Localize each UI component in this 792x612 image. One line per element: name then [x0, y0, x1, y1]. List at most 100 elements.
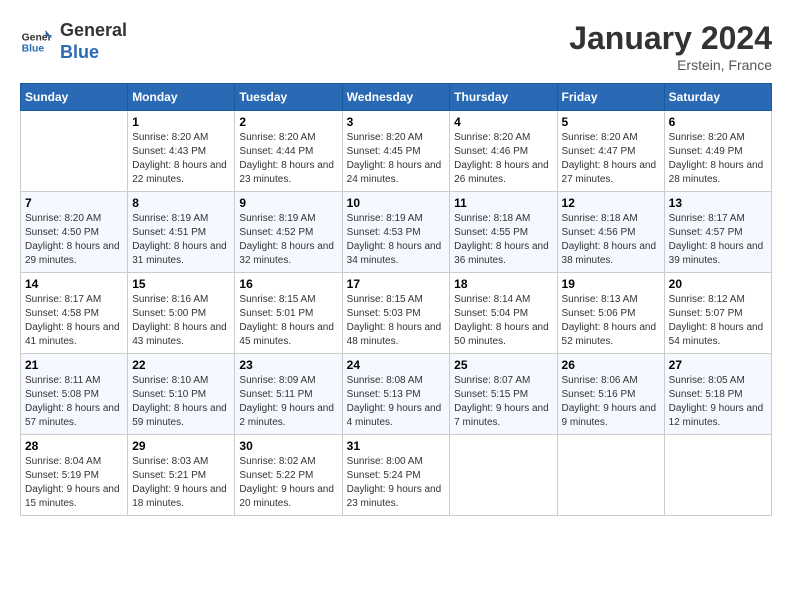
- calendar-cell: 9 Sunrise: 8:19 AMSunset: 4:52 PMDayligh…: [235, 192, 342, 273]
- calendar-cell: 18 Sunrise: 8:14 AMSunset: 5:04 PMDaylig…: [450, 273, 557, 354]
- day-detail: Sunrise: 8:20 AMSunset: 4:45 PMDaylight:…: [347, 131, 446, 187]
- calendar-cell: 1 Sunrise: 8:20 AMSunset: 4:43 PMDayligh…: [128, 111, 235, 192]
- day-detail: Sunrise: 8:00 AMSunset: 5:24 PMDaylight:…: [347, 455, 446, 511]
- day-number: 21: [25, 358, 123, 372]
- day-detail: Sunrise: 8:06 AMSunset: 5:16 PMDaylight:…: [562, 374, 660, 430]
- day-detail: Sunrise: 8:12 AMSunset: 5:07 PMDaylight:…: [669, 293, 767, 349]
- day-number: 7: [25, 196, 123, 210]
- calendar-cell: 7 Sunrise: 8:20 AMSunset: 4:50 PMDayligh…: [21, 192, 128, 273]
- calendar-cell: 21 Sunrise: 8:11 AMSunset: 5:08 PMDaylig…: [21, 354, 128, 435]
- day-detail: Sunrise: 8:11 AMSunset: 5:08 PMDaylight:…: [25, 374, 123, 430]
- calendar-cell: 4 Sunrise: 8:20 AMSunset: 4:46 PMDayligh…: [450, 111, 557, 192]
- calendar-week-4: 21 Sunrise: 8:11 AMSunset: 5:08 PMDaylig…: [21, 354, 772, 435]
- day-number: 23: [239, 358, 337, 372]
- day-detail: Sunrise: 8:19 AMSunset: 4:51 PMDaylight:…: [132, 212, 230, 268]
- calendar-cell: 29 Sunrise: 8:03 AMSunset: 5:21 PMDaylig…: [128, 435, 235, 516]
- day-detail: Sunrise: 8:17 AMSunset: 4:58 PMDaylight:…: [25, 293, 123, 349]
- day-number: 18: [454, 277, 552, 291]
- day-number: 12: [562, 196, 660, 210]
- day-number: 3: [347, 115, 446, 129]
- logo: General Blue GeneralBlue: [20, 20, 127, 63]
- day-detail: Sunrise: 8:10 AMSunset: 5:10 PMDaylight:…: [132, 374, 230, 430]
- day-number: 30: [239, 439, 337, 453]
- calendar-week-2: 7 Sunrise: 8:20 AMSunset: 4:50 PMDayligh…: [21, 192, 772, 273]
- day-number: 24: [347, 358, 446, 372]
- day-number: 14: [25, 277, 123, 291]
- page-header: General Blue GeneralBlue January 2024 Er…: [20, 20, 772, 73]
- day-detail: Sunrise: 8:18 AMSunset: 4:55 PMDaylight:…: [454, 212, 552, 268]
- calendar-cell: 26 Sunrise: 8:06 AMSunset: 5:16 PMDaylig…: [557, 354, 664, 435]
- calendar-cell: [450, 435, 557, 516]
- day-detail: Sunrise: 8:02 AMSunset: 5:22 PMDaylight:…: [239, 455, 337, 511]
- day-number: 1: [132, 115, 230, 129]
- calendar-cell: 3 Sunrise: 8:20 AMSunset: 4:45 PMDayligh…: [342, 111, 450, 192]
- calendar-cell: [664, 435, 771, 516]
- day-header-tuesday: Tuesday: [235, 84, 342, 111]
- day-detail: Sunrise: 8:20 AMSunset: 4:50 PMDaylight:…: [25, 212, 123, 268]
- day-number: 2: [239, 115, 337, 129]
- calendar-cell: 5 Sunrise: 8:20 AMSunset: 4:47 PMDayligh…: [557, 111, 664, 192]
- day-number: 19: [562, 277, 660, 291]
- calendar-header-row: SundayMondayTuesdayWednesdayThursdayFrid…: [21, 84, 772, 111]
- calendar-cell: 15 Sunrise: 8:16 AMSunset: 5:00 PMDaylig…: [128, 273, 235, 354]
- day-detail: Sunrise: 8:20 AMSunset: 4:43 PMDaylight:…: [132, 131, 230, 187]
- calendar-cell: 23 Sunrise: 8:09 AMSunset: 5:11 PMDaylig…: [235, 354, 342, 435]
- calendar-cell: 8 Sunrise: 8:19 AMSunset: 4:51 PMDayligh…: [128, 192, 235, 273]
- day-number: 27: [669, 358, 767, 372]
- day-number: 4: [454, 115, 552, 129]
- day-detail: Sunrise: 8:03 AMSunset: 5:21 PMDaylight:…: [132, 455, 230, 511]
- day-number: 13: [669, 196, 767, 210]
- svg-text:Blue: Blue: [22, 43, 45, 54]
- day-detail: Sunrise: 8:08 AMSunset: 5:13 PMDaylight:…: [347, 374, 446, 430]
- day-detail: Sunrise: 8:07 AMSunset: 5:15 PMDaylight:…: [454, 374, 552, 430]
- day-number: 9: [239, 196, 337, 210]
- day-detail: Sunrise: 8:09 AMSunset: 5:11 PMDaylight:…: [239, 374, 337, 430]
- calendar-cell: 25 Sunrise: 8:07 AMSunset: 5:15 PMDaylig…: [450, 354, 557, 435]
- day-detail: Sunrise: 8:16 AMSunset: 5:00 PMDaylight:…: [132, 293, 230, 349]
- calendar-cell: 31 Sunrise: 8:00 AMSunset: 5:24 PMDaylig…: [342, 435, 450, 516]
- calendar-week-5: 28 Sunrise: 8:04 AMSunset: 5:19 PMDaylig…: [21, 435, 772, 516]
- day-detail: Sunrise: 8:04 AMSunset: 5:19 PMDaylight:…: [25, 455, 123, 511]
- day-detail: Sunrise: 8:18 AMSunset: 4:56 PMDaylight:…: [562, 212, 660, 268]
- calendar-cell: 22 Sunrise: 8:10 AMSunset: 5:10 PMDaylig…: [128, 354, 235, 435]
- day-number: 11: [454, 196, 552, 210]
- logo-text: GeneralBlue: [60, 20, 127, 63]
- calendar-cell: 10 Sunrise: 8:19 AMSunset: 4:53 PMDaylig…: [342, 192, 450, 273]
- day-detail: Sunrise: 8:05 AMSunset: 5:18 PMDaylight:…: [669, 374, 767, 430]
- calendar-cell: [557, 435, 664, 516]
- calendar-cell: 30 Sunrise: 8:02 AMSunset: 5:22 PMDaylig…: [235, 435, 342, 516]
- day-number: 17: [347, 277, 446, 291]
- calendar-cell: 6 Sunrise: 8:20 AMSunset: 4:49 PMDayligh…: [664, 111, 771, 192]
- day-number: 5: [562, 115, 660, 129]
- day-number: 10: [347, 196, 446, 210]
- day-detail: Sunrise: 8:20 AMSunset: 4:46 PMDaylight:…: [454, 131, 552, 187]
- calendar-cell: 20 Sunrise: 8:12 AMSunset: 5:07 PMDaylig…: [664, 273, 771, 354]
- day-detail: Sunrise: 8:14 AMSunset: 5:04 PMDaylight:…: [454, 293, 552, 349]
- day-header-saturday: Saturday: [664, 84, 771, 111]
- calendar-cell: 16 Sunrise: 8:15 AMSunset: 5:01 PMDaylig…: [235, 273, 342, 354]
- calendar-cell: 12 Sunrise: 8:18 AMSunset: 4:56 PMDaylig…: [557, 192, 664, 273]
- calendar-table: SundayMondayTuesdayWednesdayThursdayFrid…: [20, 83, 772, 516]
- day-number: 31: [347, 439, 446, 453]
- calendar-cell: 24 Sunrise: 8:08 AMSunset: 5:13 PMDaylig…: [342, 354, 450, 435]
- day-number: 22: [132, 358, 230, 372]
- day-number: 25: [454, 358, 552, 372]
- day-number: 15: [132, 277, 230, 291]
- calendar-cell: 17 Sunrise: 8:15 AMSunset: 5:03 PMDaylig…: [342, 273, 450, 354]
- calendar-cell: [21, 111, 128, 192]
- day-detail: Sunrise: 8:15 AMSunset: 5:01 PMDaylight:…: [239, 293, 337, 349]
- calendar-cell: 19 Sunrise: 8:13 AMSunset: 5:06 PMDaylig…: [557, 273, 664, 354]
- calendar-cell: 28 Sunrise: 8:04 AMSunset: 5:19 PMDaylig…: [21, 435, 128, 516]
- month-title: January 2024: [569, 20, 772, 57]
- day-number: 16: [239, 277, 337, 291]
- day-header-thursday: Thursday: [450, 84, 557, 111]
- day-detail: Sunrise: 8:20 AMSunset: 4:44 PMDaylight:…: [239, 131, 337, 187]
- location: Erstein, France: [569, 57, 772, 73]
- day-header-wednesday: Wednesday: [342, 84, 450, 111]
- logo-icon: General Blue: [20, 26, 52, 58]
- day-detail: Sunrise: 8:20 AMSunset: 4:47 PMDaylight:…: [562, 131, 660, 187]
- day-number: 29: [132, 439, 230, 453]
- calendar-cell: 27 Sunrise: 8:05 AMSunset: 5:18 PMDaylig…: [664, 354, 771, 435]
- day-number: 8: [132, 196, 230, 210]
- title-block: January 2024 Erstein, France: [569, 20, 772, 73]
